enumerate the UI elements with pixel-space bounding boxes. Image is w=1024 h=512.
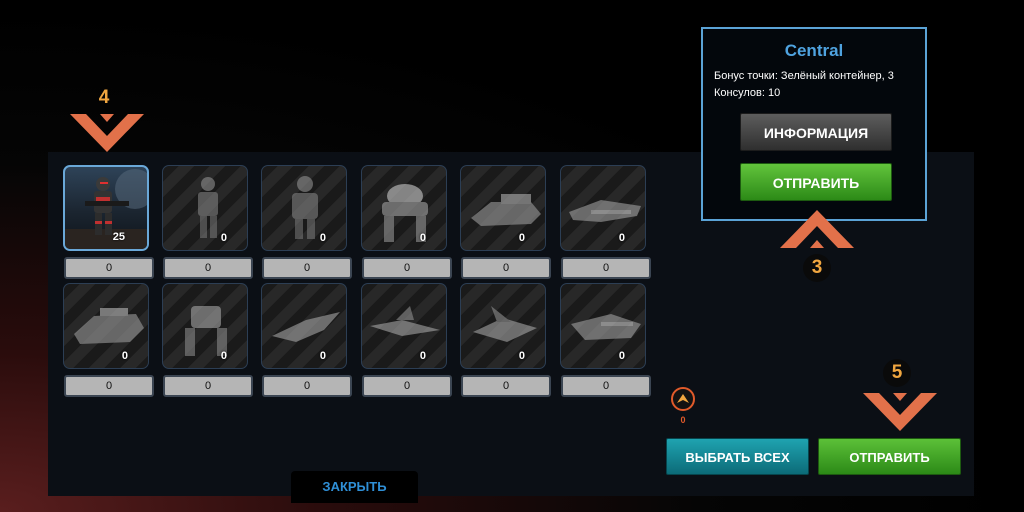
unit-slot-walker[interactable]: 0: [162, 283, 248, 369]
quantity-field[interactable]: 0: [262, 375, 352, 397]
hover-tank-icon: [471, 194, 541, 226]
quantity-field[interactable]: 0: [163, 375, 253, 397]
unit-slot-tank[interactable]: 0: [63, 283, 149, 369]
unit-count: 0: [121, 350, 128, 362]
unit-slot-soldier[interactable]: 0: [162, 165, 248, 251]
popup-send-button[interactable]: ОТПРАВИТЬ: [740, 163, 892, 201]
close-button[interactable]: ЗАКРЫТЬ: [291, 471, 418, 503]
select-all-button[interactable]: ВЫБРАТЬ ВСЕХ: [666, 438, 809, 475]
cruiser-icon: [571, 314, 641, 340]
capture-point-popup: Central Бонус точки: Зелёный контейнер, …: [701, 27, 927, 221]
walker-icon: [185, 306, 227, 356]
heavy-trooper-icon: [292, 176, 318, 239]
mech-icon: [382, 184, 428, 242]
unit-count: 0: [618, 232, 625, 244]
unit-count: 0: [518, 232, 525, 244]
info-button[interactable]: ИНФОРМАЦИЯ: [740, 113, 892, 151]
unit-count: 0: [220, 232, 227, 244]
trooper-icon: [65, 169, 147, 249]
tutorial-marker-number: 3: [803, 254, 831, 282]
quantity-field[interactable]: 0: [262, 257, 352, 279]
unit-slot-interceptor[interactable]: 0: [361, 283, 447, 369]
unit-slot-hover-tank[interactable]: 0: [460, 165, 546, 251]
unit-count: 0: [419, 350, 426, 362]
unit-slot-trooper[interactable]: 25: [63, 165, 149, 251]
unit-count: 25: [112, 231, 125, 243]
quantity-field[interactable]: 0: [362, 257, 452, 279]
quantity-field[interactable]: 0: [561, 375, 651, 397]
unit-slot-cruiser[interactable]: 0: [560, 283, 646, 369]
popup-description: Бонус точки: Зелёный контейнер, 3 Консул…: [714, 70, 894, 99]
quantity-field[interactable]: 0: [461, 257, 551, 279]
tutorial-arrow-down-icon: [70, 114, 144, 152]
unit-slot-heavy[interactable]: 0: [261, 165, 347, 251]
unit-count: 0: [518, 350, 525, 362]
consul-count: 0: [680, 415, 686, 425]
unit-count: 0: [618, 350, 625, 362]
popup-title: Central: [784, 41, 844, 60]
bomber-icon: [473, 306, 537, 342]
quantity-field[interactable]: 0: [461, 375, 551, 397]
tutorial-arrow-down-icon: [863, 393, 937, 431]
unit-count: 0: [319, 350, 326, 362]
consul-icon: [671, 387, 695, 411]
quantity-field[interactable]: 0: [64, 257, 154, 279]
tutorial-marker-number: 4: [98, 87, 110, 108]
unit-slot-bomber[interactable]: 0: [460, 283, 546, 369]
tutorial-arrow-up-icon: [780, 210, 854, 248]
quantity-field[interactable]: 0: [561, 257, 651, 279]
quantity-field[interactable]: 0: [64, 375, 154, 397]
send-button[interactable]: ОТПРАВИТЬ: [818, 438, 961, 475]
unit-slot-mech[interactable]: 0: [361, 165, 447, 251]
gunship-icon: [569, 200, 641, 222]
interceptor-icon: [370, 306, 440, 336]
quantity-field[interactable]: 0: [362, 375, 452, 397]
fighter-icon: [272, 312, 340, 342]
soldier-icon: [198, 177, 218, 238]
tutorial-marker-number: 5: [883, 359, 911, 387]
unit-count: 0: [220, 350, 227, 362]
quantity-field[interactable]: 0: [163, 257, 253, 279]
tank-icon: [74, 308, 144, 344]
unit-count: 0: [319, 232, 326, 244]
unit-slot-gunship[interactable]: 0: [560, 165, 646, 251]
unit-slot-fighter[interactable]: 0: [261, 283, 347, 369]
unit-count: 0: [419, 232, 426, 244]
